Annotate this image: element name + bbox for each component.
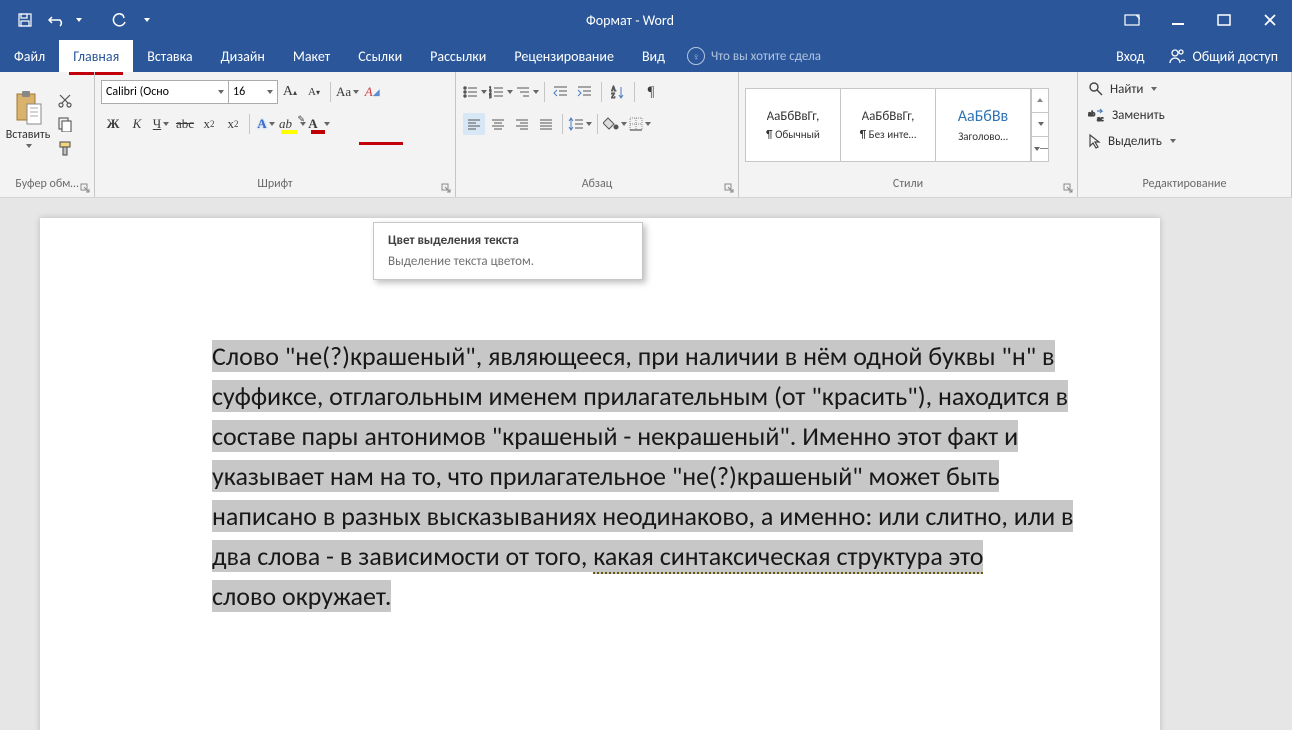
clear-formatting-button[interactable]: A◢ (361, 81, 383, 103)
font-size-select[interactable]: 16 (229, 80, 278, 104)
group-label-font: Шрифт (95, 177, 455, 197)
tab-file[interactable]: Файл (0, 40, 59, 72)
text-effects-button[interactable]: A (255, 113, 277, 135)
select-button[interactable]: Выделить (1088, 130, 1176, 152)
justify-button[interactable] (535, 113, 557, 135)
italic-button[interactable]: К (126, 113, 148, 135)
highlight-active-marker (359, 142, 403, 145)
strikethrough-button[interactable]: abc (174, 113, 196, 135)
cut-button[interactable] (55, 91, 75, 111)
highlight-color-button[interactable]: ab ✎ (279, 113, 306, 135)
styles-expand[interactable] (1032, 137, 1048, 160)
find-button[interactable]: Найти (1088, 78, 1157, 100)
borders-button[interactable] (629, 113, 651, 135)
superscript-button[interactable]: x2 (222, 113, 244, 135)
text-run-highlight-wavy: какая синтаксическая структура это (593, 540, 983, 574)
multilevel-list-button[interactable] (515, 81, 539, 103)
increase-indent-button[interactable] (574, 81, 596, 103)
tab-references[interactable]: Ссылки (344, 40, 416, 72)
tab-layout[interactable]: Макет (279, 40, 344, 72)
group-label-styles: Стили (739, 177, 1077, 197)
minimize-button[interactable] (1156, 5, 1200, 35)
format-painter-button[interactable] (55, 138, 75, 158)
grow-font-button[interactable]: A▴ (279, 81, 301, 103)
qat-undo-more[interactable] (76, 18, 82, 22)
share-button[interactable]: Общий доступ (1154, 40, 1292, 72)
document-area[interactable]: Слово "не(?)крашеный", являющееся, при н… (0, 198, 1292, 730)
change-case-button[interactable]: Aa (336, 81, 359, 103)
bulb-icon: ♀ (687, 47, 705, 65)
tooltip-title: Цвет выделения текста (388, 233, 628, 248)
style-heading1[interactable]: АаБбВв Заголово… (936, 89, 1031, 161)
tab-home[interactable]: Главная (59, 40, 133, 72)
bold-button[interactable]: Ж (102, 113, 124, 135)
style-nospacing[interactable]: АаБбВвГг, ¶ Без инте… (841, 89, 936, 161)
qat-undo[interactable] (42, 5, 72, 35)
tooltip-body: Выделение текста цветом. (388, 254, 628, 269)
align-right-button[interactable] (511, 113, 533, 135)
styles-launcher[interactable] (1063, 183, 1073, 193)
document-content[interactable]: Слово "не(?)крашеный", являющееся, при н… (212, 336, 1082, 616)
replace-button[interactable]: abac Заменить (1088, 104, 1165, 126)
decrease-indent-button[interactable] (550, 81, 572, 103)
signin-link[interactable]: Вход (1106, 40, 1154, 72)
tell-me-box[interactable]: ♀ Что вы хотите сдела (679, 40, 1106, 72)
underline-button[interactable]: Ч (150, 113, 172, 135)
close-button[interactable] (1248, 5, 1292, 35)
copy-button[interactable] (55, 114, 75, 134)
styles-scroll-down[interactable] (1032, 113, 1048, 137)
app-title: Формат - Word (150, 12, 1110, 29)
tab-design[interactable]: Дизайн (207, 40, 279, 72)
show-marks-button[interactable]: ¶ (640, 81, 662, 103)
numbering-button[interactable]: 123 (489, 81, 513, 103)
style-normal[interactable]: АаБбВвГг, ¶ Обычный (746, 89, 841, 161)
svg-text:Z: Z (611, 92, 615, 99)
svg-text:ac: ac (1097, 114, 1103, 122)
qat-redo[interactable] (104, 5, 134, 35)
sort-button[interactable]: AZ (607, 81, 629, 103)
tab-insert[interactable]: Вставка (133, 40, 206, 72)
tell-me-placeholder: Что вы хотите сдела (711, 49, 821, 64)
clipboard-launcher[interactable] (80, 183, 90, 193)
styles-gallery[interactable]: АаБбВвГг, ¶ Обычный АаБбВвГг, ¶ Без инте… (745, 88, 1049, 162)
line-spacing-button[interactable] (568, 113, 592, 135)
shading-button[interactable] (603, 113, 627, 135)
text-run-highlight: зависимости от того, (358, 540, 593, 572)
group-label-paragraph: Абзац (456, 177, 738, 197)
font-color-button[interactable]: A (308, 113, 330, 135)
clipboard-icon (13, 90, 43, 126)
bullets-button[interactable] (463, 81, 487, 103)
shrink-font-button[interactable]: A▾ (303, 81, 325, 103)
ribbon-display-options[interactable] (1110, 5, 1154, 35)
text-run-highlight: слово окружает. (212, 580, 391, 612)
tab-mailings[interactable]: Рассылки (416, 40, 500, 72)
paste-button[interactable]: Вставить (6, 90, 50, 160)
styles-scroll-up[interactable] (1032, 89, 1048, 113)
svg-text:ab: ab (1088, 109, 1095, 118)
document-page[interactable]: Слово "не(?)крашеный", являющееся, при н… (40, 218, 1160, 730)
group-label-editing: Редактирование (1078, 177, 1291, 197)
qat-save[interactable] (10, 5, 40, 35)
font-name-select[interactable]: Calibri (Осно (101, 80, 229, 104)
font-launcher[interactable] (441, 183, 451, 193)
tab-view[interactable]: Вид (628, 40, 679, 72)
align-left-button[interactable] (463, 113, 485, 135)
subscript-button[interactable]: x2 (198, 113, 220, 135)
tooltip-highlight-color: Цвет выделения текста Выделение текста ц… (373, 222, 643, 280)
tab-review[interactable]: Рецензирование (500, 40, 628, 72)
maximize-button[interactable] (1202, 5, 1246, 35)
svg-text:3: 3 (489, 95, 492, 99)
align-center-button[interactable] (487, 113, 509, 135)
paragraph-launcher[interactable] (724, 183, 734, 193)
